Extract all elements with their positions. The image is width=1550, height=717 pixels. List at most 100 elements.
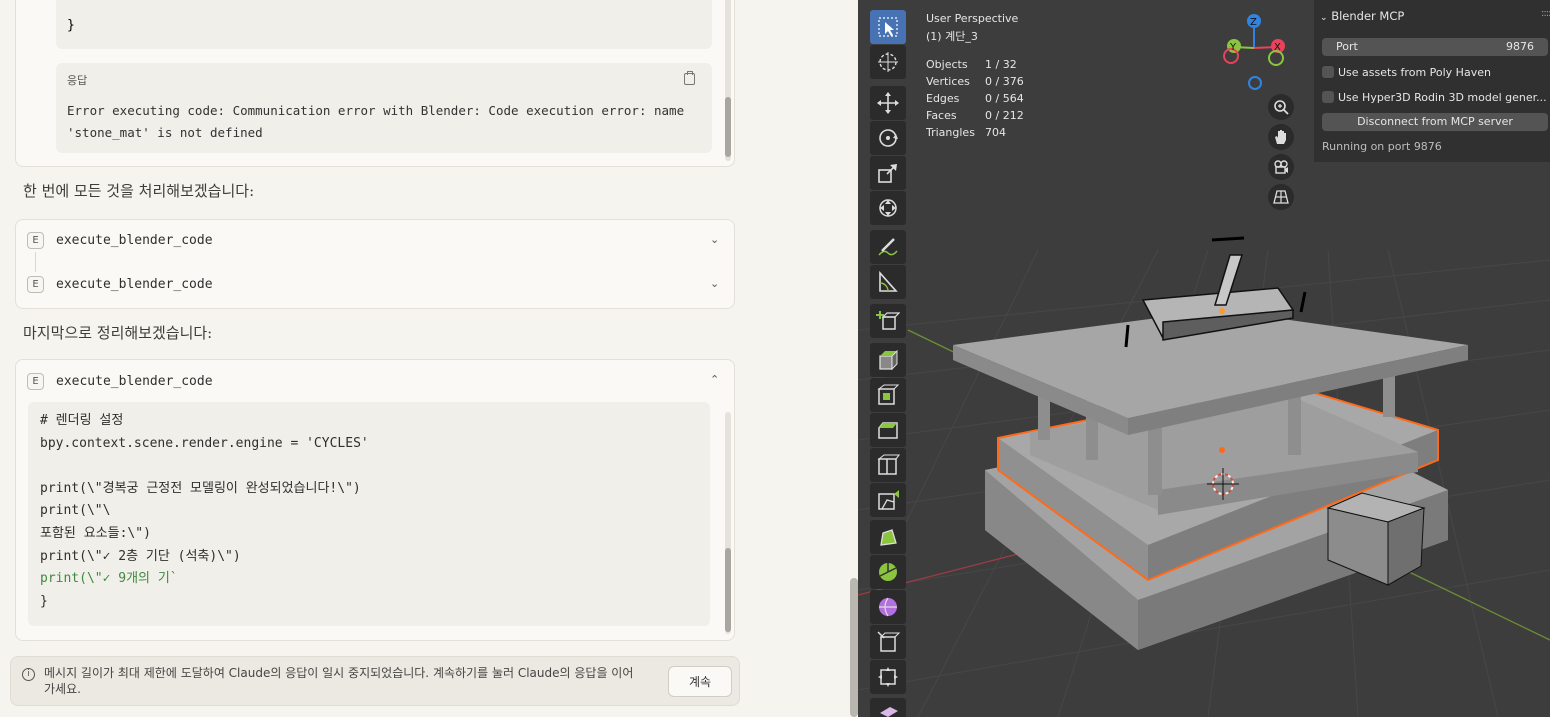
tool-badge: E bbox=[27, 231, 44, 249]
chevron-down-icon[interactable]: ⌄ bbox=[710, 277, 719, 290]
tool-rip[interactable] bbox=[870, 698, 906, 717]
transform-icon bbox=[879, 199, 897, 217]
chevron-up-icon[interactable]: ⌄ bbox=[710, 372, 719, 385]
tool-rotate[interactable] bbox=[870, 121, 906, 155]
tool-badge: E bbox=[27, 372, 44, 390]
drag-handle-icon[interactable]: :::: bbox=[1541, 8, 1550, 19]
code-scrollbar-thumb[interactable] bbox=[725, 548, 731, 632]
tool-move[interactable] bbox=[870, 86, 906, 120]
add-cube-icon bbox=[876, 311, 900, 330]
zoom-button[interactable] bbox=[1268, 94, 1294, 120]
tool-scale[interactable] bbox=[870, 156, 906, 190]
tool-select-box[interactable] bbox=[870, 10, 906, 44]
tool-call-row[interactable]: E execute_blender_code bbox=[27, 229, 213, 251]
port-field[interactable]: Port 9876 bbox=[1322, 38, 1548, 56]
tool-transform[interactable] bbox=[870, 191, 906, 225]
code-lines: # 렌더링 설정 bpy.context.scene.render.engine… bbox=[40, 410, 369, 613]
tool-smooth[interactable] bbox=[870, 590, 906, 624]
code-line: } bbox=[40, 593, 48, 609]
checkbox-box[interactable] bbox=[1322, 91, 1334, 103]
tool-measure[interactable] bbox=[870, 265, 906, 299]
tool-loop-cut[interactable] bbox=[870, 448, 906, 482]
response-label: 응답 bbox=[67, 74, 88, 87]
measure-icon bbox=[879, 270, 898, 292]
gizmo-z-label: Z bbox=[1250, 17, 1257, 28]
info-icon: i bbox=[22, 668, 35, 681]
server-status: Running on port 9876 bbox=[1322, 140, 1442, 153]
select-box-icon bbox=[878, 17, 898, 37]
length-limit-notice: i 메시지 길이가 최대 제한에 도달하여 Claude의 응답이 일시 중지되… bbox=[10, 656, 740, 706]
continue-button[interactable]: 계속 bbox=[668, 666, 732, 697]
stat-row: Edges 0 / 564 bbox=[926, 92, 1024, 105]
tool-name: execute_blender_code bbox=[56, 232, 213, 248]
checkbox-label: Use Hyper3D Rodin 3D model gener... bbox=[1338, 90, 1547, 104]
checkbox-box[interactable] bbox=[1322, 66, 1334, 78]
card-scrollbar-thumb[interactable] bbox=[725, 97, 731, 157]
code-line: print(\"✓ 2층 기단 (석축)\") bbox=[40, 548, 241, 564]
notice-text: 메시지 길이가 최대 제한에 도달하여 Claude의 응답이 일시 중지되었습… bbox=[44, 666, 634, 696]
code-line: 포함된 요소들:\") bbox=[40, 525, 151, 541]
scale-icon bbox=[878, 164, 897, 183]
chat-pane: } 응답 Error executing code: Communication… bbox=[0, 0, 858, 717]
tool-spin[interactable] bbox=[870, 555, 906, 589]
tool-cursor[interactable] bbox=[870, 45, 906, 79]
port-value: 9876 bbox=[1506, 40, 1534, 53]
stat-row: Vertices 0 / 376 bbox=[926, 75, 1024, 88]
zoom-icon bbox=[1274, 100, 1289, 115]
tool-add-cube[interactable] bbox=[870, 304, 906, 338]
chevron-down-icon[interactable]: ⌄ bbox=[710, 233, 719, 246]
viewport-hud: User Perspective (1) 계단_3 bbox=[926, 10, 1018, 45]
stat-row: Objects 1 / 32 bbox=[926, 58, 1017, 71]
panel-header[interactable]: ⌄ Blender MCP bbox=[1320, 9, 1404, 23]
blender-viewport[interactable]: Z Y X User Perspective (1) 계단_3 Objects 1… bbox=[858, 0, 1550, 717]
bevel-icon bbox=[878, 422, 898, 439]
poly-haven-checkbox[interactable]: Use assets from Poly Haven bbox=[1322, 64, 1491, 80]
view-name: User Perspective bbox=[926, 12, 1019, 25]
disconnect-button[interactable]: Disconnect from MCP server bbox=[1322, 113, 1548, 131]
stat-row: Triangles 704 bbox=[926, 126, 1006, 139]
extrude-icon bbox=[879, 349, 898, 371]
code-line: print(\"경복궁 근정전 모델링이 완성되었습니다!\") bbox=[40, 480, 361, 496]
page-scrollbar-thumb[interactable] bbox=[850, 578, 858, 717]
screen: } 응답 Error executing code: Communication… bbox=[0, 0, 1550, 717]
shrink-fatten-icon bbox=[877, 631, 900, 652]
loop-cut-icon bbox=[877, 454, 900, 475]
active-object-name: (1) 계단_3 bbox=[926, 29, 978, 43]
tool-shear[interactable] bbox=[870, 660, 906, 694]
annotate-icon bbox=[878, 238, 898, 256]
navigation-gizmo[interactable]: Z Y X bbox=[1223, 14, 1285, 90]
tool-poly-build[interactable] bbox=[870, 520, 906, 554]
checkbox-label: Use assets from Poly Haven bbox=[1338, 65, 1491, 79]
mcp-sidebar-panel: ⌄ Blender MCP :::: Port 9876 Use assets … bbox=[1314, 0, 1550, 162]
spin-icon bbox=[879, 563, 897, 581]
tool-annotate[interactable] bbox=[870, 230, 906, 264]
tool-name: execute_blender_code bbox=[56, 276, 213, 292]
hand-icon bbox=[1275, 130, 1286, 144]
copy-icon[interactable] bbox=[684, 71, 695, 85]
tool-shrink-fatten[interactable] bbox=[870, 625, 906, 659]
tool-bevel[interactable] bbox=[870, 413, 906, 447]
panel-title: Blender MCP bbox=[1331, 9, 1405, 23]
rip-icon bbox=[880, 707, 898, 717]
perspective-toggle-button[interactable] bbox=[1268, 184, 1294, 210]
gizmo-x-label: X bbox=[1274, 42, 1281, 53]
assistant-message: 한 번에 모든 것을 처리해보겠습니다: bbox=[23, 182, 255, 200]
port-label: Port bbox=[1336, 40, 1358, 53]
code-line: print(\"✓ 9개의 기` bbox=[40, 571, 178, 587]
smooth-icon bbox=[879, 597, 897, 617]
tool-call-row[interactable]: E execute_blender_code bbox=[27, 273, 213, 295]
tool-call-row[interactable]: E execute_blender_code bbox=[27, 370, 213, 392]
tool-extrude[interactable] bbox=[870, 343, 906, 377]
camera-view-button[interactable] bbox=[1268, 154, 1294, 180]
tool-knife[interactable] bbox=[870, 483, 906, 517]
hyper3d-checkbox[interactable]: Use Hyper3D Rodin 3D model gener... bbox=[1322, 89, 1547, 105]
tool-inset[interactable] bbox=[870, 378, 906, 412]
poly-build-icon bbox=[880, 529, 897, 546]
chevron-down-icon: ⌄ bbox=[1320, 13, 1328, 23]
scene-statistics: Objects 1 / 32 Vertices 0 / 376 Edges 0 / 5… bbox=[926, 56, 1024, 141]
pan-button[interactable] bbox=[1268, 124, 1294, 150]
stat-row: Faces 0 / 212 bbox=[926, 109, 1024, 122]
tool-name: execute_blender_code bbox=[56, 373, 213, 389]
assistant-message: 마지막으로 정리해보겠습니다: bbox=[23, 324, 213, 342]
